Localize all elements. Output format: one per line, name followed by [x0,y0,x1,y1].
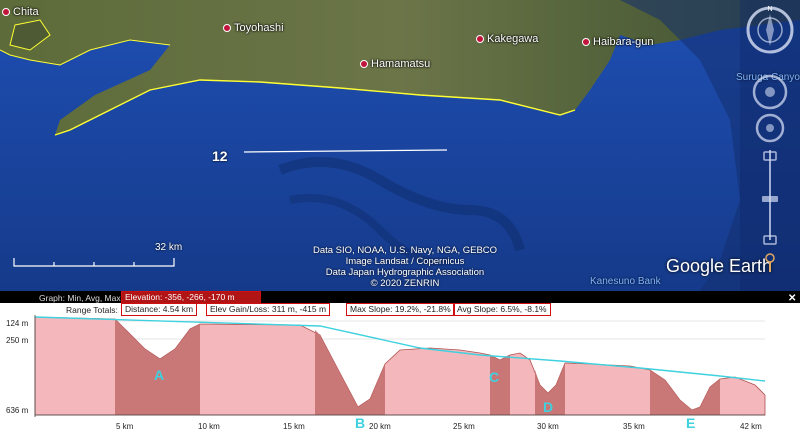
map-attribution: Data SIO, NOAA, U.S. Navy, NGA, GEBCO Im… [250,245,560,289]
x-axis-label: 5 km [116,422,134,431]
profile-marker-d: D [543,399,554,415]
x-axis-label: 35 km [623,422,645,431]
x-axis-label: 10 km [198,422,220,431]
path-label[interactable]: 12 [212,148,228,164]
street-view-pegman-icon[interactable] [765,253,775,272]
compass-north-label: N [767,6,772,13]
attribution-line: Image Landsat / Copernicus [345,256,465,267]
place-marker-icon [360,60,368,69]
x-axis-label: 30 km [537,422,559,431]
sea-label-kanesuno-bank[interactable]: Kanesuno Bank [590,276,661,287]
profile-marker-b: B [355,415,366,431]
graph-modes[interactable]: Min, Avg, Max [67,293,120,303]
x-axis-label: 25 km [453,422,475,431]
place-marker-icon [223,24,231,33]
profile-marker-c: C [489,369,500,385]
profile-graph[interactable] [0,315,800,420]
place-label-kakegawa[interactable]: Kakegawa [476,33,538,45]
profile-marker-a: A [154,367,165,383]
zoom-slider[interactable] [762,150,778,245]
x-axis-label: 20 km [369,422,391,431]
compass-icon[interactable]: N [746,6,794,54]
place-label-chita[interactable]: Chita [2,6,39,18]
zoom-thumb [762,196,778,202]
place-label-hamamatsu[interactable]: Hamamatsu [360,58,430,70]
scale-label: 32 km [155,242,183,253]
place-marker-icon [476,35,484,44]
move-joystick-icon[interactable] [755,113,785,143]
place-marker-icon [582,38,590,47]
attribution-line: Data Japan Hydrographic Association [325,267,485,278]
range-totals-label: Range Totals: [66,305,118,315]
map-view[interactable]: Chita Toyohashi Hamamatsu Kakegawa Haiba… [0,0,800,291]
place-label-haibara[interactable]: Haibara-gun [582,36,654,48]
place-label-toyohashi[interactable]: Toyohashi [223,22,284,34]
place-marker-icon [2,8,10,17]
close-profile-button[interactable]: ✕ [788,293,796,304]
look-joystick-icon[interactable] [752,74,788,110]
x-axis-label: 42 km [740,422,762,431]
elevation-profile-panel: ✕ Graph: Min, Avg, Max Elevation: -356, … [0,291,800,435]
navigation-controls: N [740,0,800,291]
profile-marker-e: E [686,415,696,431]
x-axis-label: 15 km [283,422,305,431]
attribution-line: © 2020 ZENRIN [370,278,440,289]
attribution-line: Data SIO, NOAA, U.S. Navy, NGA, GEBCO [312,245,498,256]
graph-label: Graph: Min, Avg, Max [39,293,121,303]
